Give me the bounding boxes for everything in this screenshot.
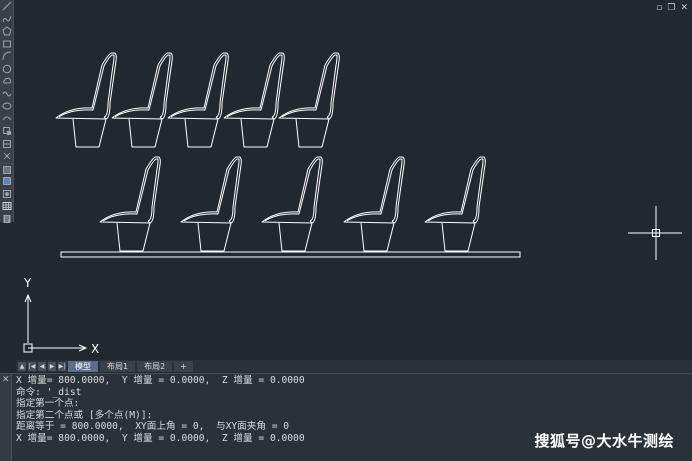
chair	[167, 52, 229, 148]
chair	[261, 156, 323, 252]
chair	[111, 52, 173, 148]
table-icon[interactable]	[0, 200, 14, 213]
tab-nav-prev[interactable]: ◀	[38, 361, 46, 371]
polygon-icon[interactable]	[0, 25, 14, 38]
tab-nav-last[interactable]: ▶|	[58, 361, 66, 371]
chair-row-bottom	[99, 156, 486, 252]
tab-model[interactable]: 模型	[68, 360, 98, 372]
draw-toolbar	[0, 0, 14, 223]
region-icon[interactable]	[0, 188, 14, 201]
chair-row-top	[55, 52, 340, 148]
rectangle-icon[interactable]	[0, 38, 14, 51]
line-icon[interactable]	[0, 0, 14, 13]
ucs-y-label: Y	[23, 276, 32, 290]
watermark: 搜狐号@大水牛测绘	[534, 432, 674, 450]
command-line: X 增量= 800.0000, Y 增量 = 0.0000, Z 增量 = 0.…	[16, 432, 305, 444]
tab-layout1[interactable]: 布局1	[100, 360, 136, 372]
gradient-icon[interactable]	[0, 175, 14, 188]
command-window-sidebar: ✕	[0, 374, 12, 461]
cloud-icon[interactable]	[0, 75, 14, 88]
tab-nav-up[interactable]: ▲	[18, 361, 26, 371]
insert-block-icon[interactable]	[0, 125, 14, 138]
ellipse-arc-icon[interactable]	[0, 113, 14, 126]
crosshair-cursor	[628, 206, 682, 260]
tab-nav-first[interactable]: |◀	[28, 361, 36, 371]
drawing-canvas[interactable]: Y X	[16, 0, 692, 360]
ellipse-icon[interactable]	[0, 100, 14, 113]
arc-icon[interactable]	[0, 50, 14, 63]
spline-icon[interactable]	[0, 88, 14, 101]
command-line: X 增量= 800.0000, Y 增量 = 0.0000, Z 增量 = 0.…	[16, 375, 305, 386]
chair	[55, 52, 117, 148]
ucs-icon	[23, 293, 88, 353]
mtext-icon[interactable]	[0, 213, 14, 226]
layout-tab-bar: ▲ |◀ ◀ ▶ ▶| 模型 布局1 布局2 +	[16, 360, 692, 372]
chair	[99, 156, 161, 252]
hatch-icon[interactable]	[0, 162, 14, 176]
chair	[424, 156, 486, 252]
chair	[180, 156, 242, 252]
command-line: 指定第一个点:	[16, 398, 80, 410]
tab-layout2[interactable]: 布局2	[137, 360, 173, 372]
command-line: 指定第二个点或 [多个点(M)]:	[16, 409, 153, 421]
circle-icon[interactable]	[0, 63, 14, 76]
tab-nav-next[interactable]: ▶	[48, 361, 56, 371]
add-layout-button[interactable]: +	[174, 360, 193, 372]
ucs-x-label: X	[91, 342, 99, 356]
bench-bar	[60, 251, 521, 258]
command-line: 距离等于 = 800.0000, XY面上角 = 0, 与XY面夹角 = 0	[16, 421, 290, 433]
chair	[278, 52, 340, 148]
command-line: 命令: '_dist	[16, 386, 82, 398]
command-history: X 增量= 800.0000, Y 增量 = 0.0000, Z 增量 = 0.…	[16, 375, 305, 445]
make-block-icon[interactable]	[0, 138, 14, 151]
polyline-icon[interactable]	[0, 13, 14, 26]
close-icon[interactable]: ✕	[2, 376, 10, 385]
point-icon[interactable]	[0, 150, 14, 163]
chair	[223, 52, 285, 148]
chair	[343, 156, 405, 252]
